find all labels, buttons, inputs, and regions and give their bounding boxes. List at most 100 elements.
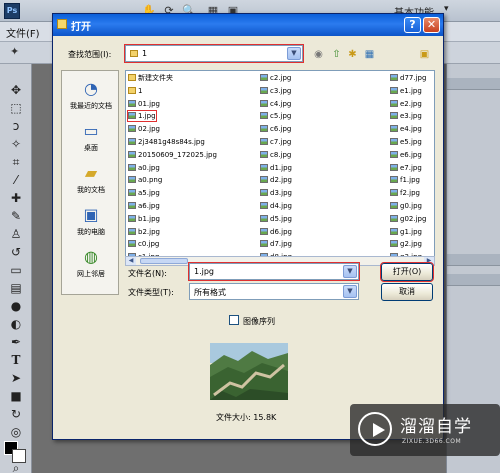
- history-brush-icon[interactable]: ↺: [8, 244, 24, 260]
- file-item[interactable]: e4.jpg: [390, 124, 422, 134]
- file-item[interactable]: f1.jpg: [390, 175, 420, 185]
- file-item[interactable]: c3.jpg: [260, 86, 291, 96]
- up-folder-icon[interactable]: ⇧: [330, 48, 343, 61]
- panel-header[interactable]: [447, 78, 500, 90]
- file-item[interactable]: g0.jpg: [390, 201, 422, 211]
- file-item[interactable]: e6.jpg: [390, 150, 422, 160]
- type-tool-icon[interactable]: T: [8, 352, 24, 368]
- marquee-tool-icon[interactable]: ⬚: [8, 100, 24, 116]
- panel-header[interactable]: [447, 254, 500, 266]
- file-item[interactable]: e1.jpg: [390, 86, 422, 96]
- 3d-orbit-icon[interactable]: ◎: [8, 424, 24, 440]
- file-item[interactable]: b2.jpg: [128, 227, 160, 237]
- file-item[interactable]: f2.jpg: [390, 188, 420, 198]
- brush-tool-icon[interactable]: ✎: [8, 208, 24, 224]
- image-sequence-checkbox[interactable]: [229, 315, 239, 325]
- clone-stamp-icon[interactable]: ♙: [8, 226, 24, 242]
- file-item[interactable]: d4.jpg: [260, 201, 292, 211]
- file-item[interactable]: c2.jpg: [260, 73, 291, 83]
- chevron-down-icon[interactable]: ▼: [287, 47, 301, 60]
- file-item[interactable]: a6.jpg: [128, 201, 160, 211]
- back-icon[interactable]: ◉: [312, 48, 325, 61]
- new-folder-icon[interactable]: ✱: [346, 48, 359, 61]
- look-in-combo[interactable]: 1 ▼: [124, 44, 304, 63]
- file-item[interactable]: b1.jpg: [128, 214, 160, 224]
- eraser-tool-icon[interactable]: ▭: [8, 262, 24, 278]
- blur-tool-icon[interactable]: ●: [8, 298, 24, 314]
- file-item[interactable]: c0.jpg: [128, 239, 159, 249]
- file-name-label: 文件名(N):: [128, 269, 167, 278]
- move-tool-icon[interactable]: ✥: [8, 82, 24, 98]
- image-file-icon: [128, 163, 136, 171]
- folder-icon: [57, 19, 67, 29]
- file-item[interactable]: g02.jpg: [390, 214, 426, 224]
- file-item[interactable]: d5.jpg: [260, 214, 292, 224]
- file-item[interactable]: e2.jpg: [390, 99, 422, 109]
- file-item[interactable]: a0.jpg: [128, 163, 160, 173]
- file-item[interactable]: 1.jpg: [127, 110, 157, 123]
- file-item[interactable]: d3.jpg: [260, 188, 292, 198]
- view-menu-icon[interactable]: ▦: [363, 48, 376, 61]
- file-item[interactable]: c4.jpg: [260, 99, 291, 109]
- file-item[interactable]: g2.jpg: [390, 239, 422, 249]
- dodge-tool-icon[interactable]: ◐: [8, 316, 24, 332]
- file-item[interactable]: c5.jpg: [260, 111, 291, 121]
- file-item[interactable]: c8.jpg: [260, 150, 291, 160]
- eyedropper-icon[interactable]: ⁄: [8, 172, 24, 188]
- file-item[interactable]: 2j3481g48s84s.jpg: [128, 137, 205, 147]
- file-item[interactable]: d6.jpg: [260, 227, 292, 237]
- chevron-down-icon[interactable]: ▼: [343, 265, 357, 278]
- scroll-left-icon[interactable]: ◀: [126, 257, 136, 265]
- file-item[interactable]: c7.jpg: [260, 137, 291, 147]
- help-button[interactable]: ?: [404, 17, 421, 33]
- cancel-button[interactable]: 取消: [381, 283, 433, 301]
- gradient-tool-icon[interactable]: ▤: [8, 280, 24, 296]
- dialog-titlebar[interactable]: 打开 ? ✕: [53, 14, 443, 36]
- file-item[interactable]: g1.jpg: [390, 227, 422, 237]
- file-item[interactable]: c6.jpg: [260, 124, 291, 134]
- place-my-computer[interactable]: ▣ 我的电脑: [62, 203, 120, 245]
- file-name-input[interactable]: 1.jpg ▼: [188, 262, 360, 281]
- open-button[interactable]: 打开(O): [380, 262, 434, 282]
- pen-tool-icon[interactable]: ✒: [8, 334, 24, 350]
- path-select-icon[interactable]: ➤: [8, 370, 24, 386]
- close-button[interactable]: ✕: [423, 17, 440, 33]
- place-recent[interactable]: ◔ 我最近的文档: [62, 77, 120, 119]
- file-item[interactable]: d77.jpg: [390, 73, 426, 83]
- file-item[interactable]: d1.jpg: [260, 163, 292, 173]
- file-list[interactable]: 新建文件夹 1 01.jpg 1.jpg 02.jpg 2j3481g48s84s.jpg…: [125, 70, 435, 266]
- file-item[interactable]: 1: [128, 86, 142, 96]
- healing-brush-icon[interactable]: ✚: [8, 190, 24, 206]
- scrollbar-thumb[interactable]: [140, 258, 188, 264]
- file-item[interactable]: e5.jpg: [390, 137, 422, 147]
- file-item[interactable]: d7.jpg: [260, 239, 292, 249]
- menu-file[interactable]: 文件(F): [6, 25, 40, 40]
- magic-wand-icon[interactable]: ✦: [10, 45, 19, 58]
- folder-icon: [128, 86, 136, 94]
- watermark-title: 溜溜自学: [400, 417, 472, 437]
- crop-tool-icon[interactable]: ⌗: [8, 154, 24, 170]
- file-item[interactable]: d2.jpg: [260, 175, 292, 185]
- place-my-documents[interactable]: ▰ 我的文档: [62, 161, 120, 203]
- 3d-rotate-icon[interactable]: ↻: [8, 406, 24, 422]
- file-item[interactable]: e3.jpg: [390, 111, 422, 121]
- file-item-label: e7.jpg: [400, 163, 422, 172]
- chevron-down-icon[interactable]: ▼: [343, 285, 357, 298]
- file-item[interactable]: 01.jpg: [128, 99, 160, 109]
- file-type-select[interactable]: 所有格式 ▼: [189, 283, 359, 300]
- magic-wand-icon[interactable]: ✧: [8, 136, 24, 152]
- background-color-swatch[interactable]: [12, 449, 26, 463]
- file-item[interactable]: 20150609_172025.jpg: [128, 150, 217, 160]
- file-item[interactable]: 02.jpg: [128, 124, 160, 134]
- lasso-tool-icon[interactable]: ↄ: [8, 118, 24, 134]
- chevron-down-icon[interactable]: ▾: [444, 4, 449, 14]
- shape-tool-icon[interactable]: ■: [8, 388, 24, 404]
- panel-header[interactable]: [447, 274, 500, 286]
- favorite-folder-icon[interactable]: ▣: [418, 48, 431, 61]
- file-item[interactable]: a5.jpg: [128, 188, 160, 198]
- file-item[interactable]: 新建文件夹: [128, 73, 173, 83]
- file-item[interactable]: e7.jpg: [390, 163, 422, 173]
- file-item[interactable]: a0.png: [128, 175, 162, 185]
- place-desktop[interactable]: ▭ 桌面: [62, 119, 120, 161]
- place-network[interactable]: ◍ 网上邻居: [62, 245, 120, 287]
